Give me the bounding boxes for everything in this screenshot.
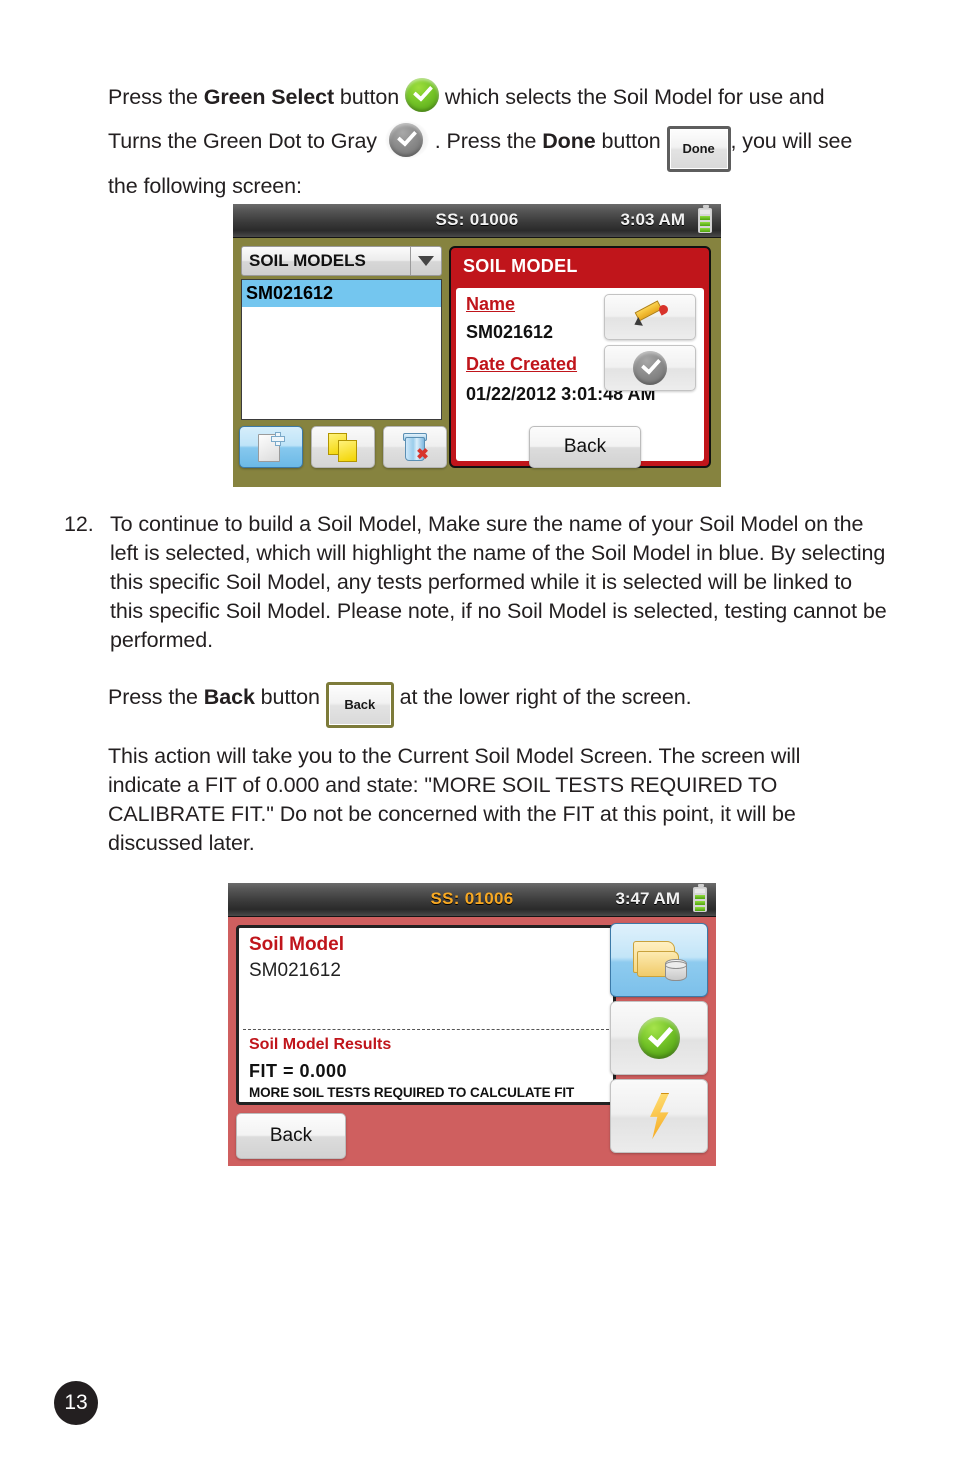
copy-soil-model-button[interactable]	[311, 426, 375, 468]
name-label: Name	[466, 294, 516, 314]
run-test-button[interactable]	[610, 1079, 708, 1153]
soil-model-panel: Soil Model SM021612 Soil Model Results F…	[236, 925, 616, 1105]
back-text-part3: at the lower right of the screen.	[393, 685, 692, 709]
folder-database-icon	[631, 939, 687, 981]
list-item[interactable]: SM021612	[242, 280, 441, 307]
page-number-badge: 13	[54, 1381, 98, 1425]
statusbar: SS: 01006 3:47 AM	[228, 883, 716, 917]
gray-check-icon	[633, 351, 667, 385]
soil-models-listbox[interactable]: SM021612	[241, 279, 442, 420]
back-instruction-paragraph: Press the Back button Back at the lower …	[108, 682, 868, 728]
panel-model-name: SM021612	[249, 960, 341, 981]
pencil-edit-icon	[632, 300, 670, 330]
back-bold: Back	[203, 685, 255, 709]
statusbar: SS: 01006 3:03 AM	[233, 204, 721, 238]
back-button[interactable]: Back	[529, 426, 641, 468]
gray-check-icon	[383, 120, 429, 169]
green-check-icon	[638, 1017, 680, 1059]
action-paragraph: This action will take you to the Current…	[108, 744, 801, 855]
dropdown-label: SOIL MODELS	[249, 251, 366, 270]
current-soil-model-screen: SS: 01006 3:47 AM Soil Model SM021612 So…	[228, 883, 716, 1166]
fit-note: MORE SOIL TESTS REQUIRED TO CALCULATE FI…	[249, 1085, 575, 1100]
card-title: SOIL MODEL	[463, 256, 578, 276]
inline-done-button[interactable]: Done	[666, 126, 731, 172]
edit-name-button[interactable]	[604, 294, 696, 340]
delete-soil-model-button[interactable]: ✖	[383, 426, 447, 468]
select-soil-model-button[interactable]	[604, 345, 696, 391]
results-title: Soil Model Results	[249, 1036, 392, 1053]
inline-back-button[interactable]: Back	[325, 682, 394, 728]
intro-bold-green-select: Green Select	[203, 85, 335, 109]
list-number: 12.	[64, 512, 94, 536]
panel-divider	[243, 1029, 609, 1030]
back-button[interactable]: Back	[236, 1113, 346, 1159]
intro-text-part4: . Press the	[428, 129, 543, 153]
back-text-part2: button	[254, 685, 326, 709]
intro-text-part5: button	[595, 129, 667, 153]
open-database-button[interactable]	[610, 923, 708, 997]
status-time: 3:03 AM	[620, 210, 685, 229]
fit-value: FIT = 0.000	[249, 1061, 348, 1081]
intro-text-part1: Press the	[108, 85, 204, 109]
back-text-part1: Press the	[108, 685, 204, 709]
screen-body: Soil Model SM021612 Soil Model Results F…	[228, 917, 716, 1166]
name-value: SM021612	[466, 322, 554, 342]
battery-icon	[698, 205, 712, 233]
intro-text-part2: button	[334, 85, 405, 109]
copy-pages-icon	[328, 433, 358, 462]
intro-bold-done: Done	[542, 129, 596, 153]
panel-title: Soil Model	[249, 934, 344, 955]
intro-paragraph: Press the Green Select button which sele…	[108, 78, 868, 201]
listbox-toolbar: ✖	[239, 426, 447, 468]
screen-body: SOIL MODELS SM021612 ✖ SOIL MODEL Name S…	[233, 238, 721, 487]
soil-models-screen: SS: 01006 3:03 AM SOIL MODELS SM021612 ✖…	[233, 204, 721, 487]
item-12-paragraph: To continue to build a Soil Model, Make …	[110, 512, 887, 652]
chevron-down-icon[interactable]	[410, 247, 441, 275]
new-soil-model-button[interactable]	[239, 426, 303, 468]
trash-delete-icon: ✖	[403, 433, 429, 462]
green-check-icon	[405, 78, 439, 120]
select-confirm-button[interactable]	[610, 1001, 708, 1075]
status-time: 3:47 AM	[615, 889, 680, 908]
battery-icon	[693, 884, 707, 912]
date-created-label: Date Created	[466, 354, 578, 374]
soil-models-dropdown[interactable]: SOIL MODELS	[241, 246, 442, 276]
new-document-icon	[258, 432, 285, 462]
lightning-bolt-icon	[650, 1093, 670, 1139]
